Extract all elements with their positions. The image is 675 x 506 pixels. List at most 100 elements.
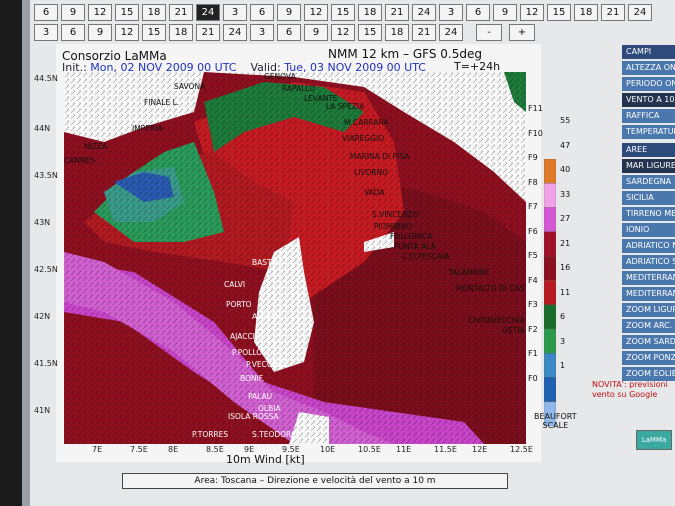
hour-button-21[interactable]: 21 [601,4,625,21]
sidebar-item-sardegna[interactable]: SARDEGNA [622,175,675,189]
wind-map-panel: Consorzio LaMMa NMM 12 km – GFS 0.5deg I… [34,44,577,466]
lat-label: 43.5N [34,171,58,180]
knot-label: 40 [560,165,571,174]
knot-label: 11 [560,287,571,297]
hour-button-18[interactable]: 18 [169,24,193,41]
city-label: FINALE L. [144,98,180,107]
city-label: P.VECCHIO [246,360,286,369]
hour-button-15[interactable]: 15 [331,4,355,21]
sidebar-item-zoom-arc-toscano[interactable]: ZOOM ARC. TOSCANO [622,319,675,333]
sidebar-item-periodo-onde[interactable]: PERIODO ONDE [622,77,675,91]
sidebar-item-raffica[interactable]: RAFFICA [622,109,675,123]
city-label: S.VINCENZO [372,210,419,219]
sidebar-item-zoom-sardegna[interactable]: ZOOM SARDEGNA [622,335,675,349]
hour-button-21[interactable]: 21 [196,24,220,41]
sidebar-item-adriatico-sud[interactable]: ADRIATICO SUD [622,255,675,269]
hour-button-9[interactable]: 9 [277,4,301,21]
colorbar-step [544,207,556,232]
lat-label: 41.5N [34,359,58,368]
city-label: MARINA DI PISA [350,152,410,161]
colorbar-step [544,353,556,378]
hour-button-15[interactable]: 15 [142,24,166,41]
sidebar-item-sicilia[interactable]: SICILIA [622,191,675,205]
sidebar-item-adriatico-nord[interactable]: ADRIATICO NORD [622,239,675,253]
model-title: NMM 12 km – GFS 0.5deg [328,47,482,61]
zoom-out-button[interactable]: - [476,24,502,41]
hour-button-21[interactable]: 21 [412,24,436,41]
zoom-in-button[interactable]: + [509,24,535,41]
city-label: P.TORRES [192,430,229,439]
x-axis-label: 10m Wind [kt] [226,453,305,466]
city-label: SAVONA [174,82,206,91]
sidebar-item-tirreno-meridionale[interactable]: TIRRENO MERIDIONALE [622,207,675,221]
force-label: F11 [528,104,543,113]
hour-button-6[interactable]: 6 [466,4,490,21]
sidebar-item-ionio[interactable]: IONIO [622,223,675,237]
hour-button-24[interactable]: 24 [439,24,463,41]
sidebar-item-altezza-onde[interactable]: ALTEZZA ONDE [622,61,675,75]
hour-button-24[interactable]: 24 [196,4,220,21]
lon-label: 8.5E [206,445,224,454]
city-label: CIVITAVECCHIA [468,316,525,325]
sidebar-item-temperatura[interactable]: TEMPERATURA [622,125,675,139]
hour-button-24[interactable]: 24 [412,4,436,21]
hour-button-6[interactable]: 6 [61,24,85,41]
hour-button-3[interactable]: 3 [223,4,247,21]
force-label: F8 [528,177,538,187]
hour-button-18[interactable]: 18 [358,4,382,21]
hour-button-3[interactable]: 3 [439,4,463,21]
hour-button-18[interactable]: 18 [385,24,409,41]
sidebar-item-zoom-ligure[interactable]: ZOOM LIGURE [622,303,675,317]
hour-button-12[interactable]: 12 [115,24,139,41]
sidebar: CAMPI ALTEZZA ONDE PERIODO ONDE VENTO A 10… [622,45,675,383]
hour-button-6[interactable]: 6 [250,4,274,21]
lon-label: 10E [320,445,336,454]
sidebar-item-vento-a-10-m[interactable]: VENTO A 10 M [622,93,675,107]
city-label: ALERIA [252,312,279,321]
sidebar-item-zoom-ponza[interactable]: ZOOM PONZA [622,351,675,365]
hour-button-9[interactable]: 9 [304,24,328,41]
lat-label: 43N [34,218,51,227]
hour-button-6[interactable]: 6 [34,4,58,21]
hour-button-21[interactable]: 21 [385,4,409,21]
lat-label: 41N [34,406,51,415]
lamma-logo[interactable]: LaMMa [636,430,672,450]
hour-button-12[interactable]: 12 [88,4,112,21]
hour-button-21[interactable]: 21 [169,4,193,21]
city-label: FOLLONICA [390,232,433,241]
hour-button-24[interactable]: 24 [628,4,652,21]
city-label: NIZZA [84,142,108,151]
hour-button-12[interactable]: 12 [520,4,544,21]
hour-button-6[interactable]: 6 [277,24,301,41]
hour-button-3[interactable]: 3 [34,24,58,41]
sidebar-item-zoom-eolie[interactable]: ZOOM EOLIE [622,367,675,381]
hour-button-15[interactable]: 15 [115,4,139,21]
hour-button-18[interactable]: 18 [574,4,598,21]
city-label: MONTALTO DI CASTRO [456,284,526,293]
sidebar-item-mediterraneo[interactable]: MEDITERRANEO [622,271,675,285]
knot-label: 16 [560,263,571,272]
lon-label: 11E [396,445,412,454]
news-link[interactable]: NOVITA': previsioni vento su Google [592,380,668,400]
hour-button-9[interactable]: 9 [88,24,112,41]
hour-button-12[interactable]: 12 [331,24,355,41]
city-label: CANNES [64,156,96,165]
hour-button-24[interactable]: 24 [223,24,247,41]
city-label: P.POLLO [232,348,263,357]
city-label: TALAMONE [448,268,490,277]
force-label: F0 [528,373,538,383]
hour-button-15[interactable]: 15 [547,4,571,21]
hour-button-18[interactable]: 18 [142,4,166,21]
hour-button-9[interactable]: 9 [493,4,517,21]
hour-button-15[interactable]: 15 [358,24,382,41]
hour-button-9[interactable]: 9 [61,4,85,21]
wind-plot: SAVONA GENOVA RAPALLO LEVANTE LA SPEZIA FINAL… [64,72,526,444]
hour-button-12[interactable]: 12 [304,4,328,21]
sidebar-item-mediterraneo-est[interactable]: MEDITERRANEO EST [622,287,675,301]
city-label: PUNTA ALA [394,242,436,251]
hour-button-3[interactable]: 3 [250,24,274,41]
city-label: LA SPEZIA [326,102,365,111]
sidebar-item-mar-ligure[interactable]: MAR LIGURE [622,159,675,173]
city-label: GENOVA [264,72,296,81]
monitor-edge [22,0,30,506]
